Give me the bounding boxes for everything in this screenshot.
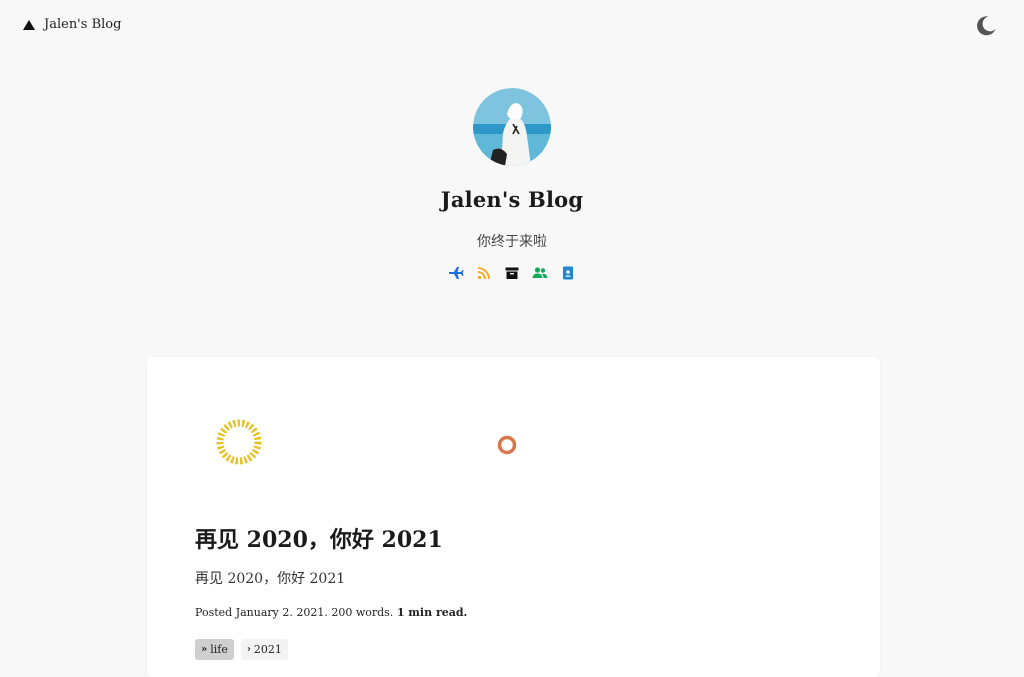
contact-card-icon[interactable] [560, 265, 576, 281]
friends-icon[interactable] [532, 265, 548, 281]
post-summary: 再见 2020，你好 2021 [195, 571, 346, 587]
post-read-time: 1 min read. [396, 606, 468, 619]
tag-label: 2021 [253, 643, 282, 656]
tag-2021[interactable]: › 2021 [240, 639, 288, 660]
triangle-logo-icon [23, 19, 35, 30]
site-tagline: 你终于来啦 [477, 234, 547, 250]
plane-icon[interactable] [448, 265, 464, 281]
top-bar: Jalen's Blog [0, 0, 1024, 52]
post-meta-date-words: Posted January 2. 2021. 200 words. [195, 606, 394, 619]
post-tags: » life › 2021 [195, 639, 288, 660]
sun-icon [216, 419, 262, 465]
social-links [0, 265, 1024, 281]
brand-link[interactable]: Jalen's Blog [23, 17, 121, 32]
moon-icon [977, 16, 996, 36]
ring-icon [497, 435, 517, 455]
site-title: Jalen's Blog [440, 187, 584, 212]
archive-icon[interactable] [504, 265, 520, 281]
avatar[interactable] [473, 88, 551, 166]
tag-life[interactable]: » life [195, 639, 234, 660]
double-chevron-icon: » [201, 644, 208, 655]
theme-toggle-button[interactable] [974, 14, 998, 38]
rss-icon[interactable] [476, 265, 492, 281]
post-title[interactable]: 再见 2020，你好 2021 [195, 522, 443, 554]
post-cover-image [147, 357, 547, 492]
tag-label: life [210, 643, 228, 656]
chevron-right-icon: › [246, 644, 251, 655]
hero-section: Jalen's Blog 你终于来啦 [0, 88, 1024, 281]
post-card[interactable]: 再见 2020，你好 2021 再见 2020，你好 2021 Posted J… [147, 357, 880, 677]
brand-label: Jalen's Blog [44, 17, 122, 32]
post-meta: Posted January 2. 2021. 200 words. 1 min… [195, 606, 467, 619]
